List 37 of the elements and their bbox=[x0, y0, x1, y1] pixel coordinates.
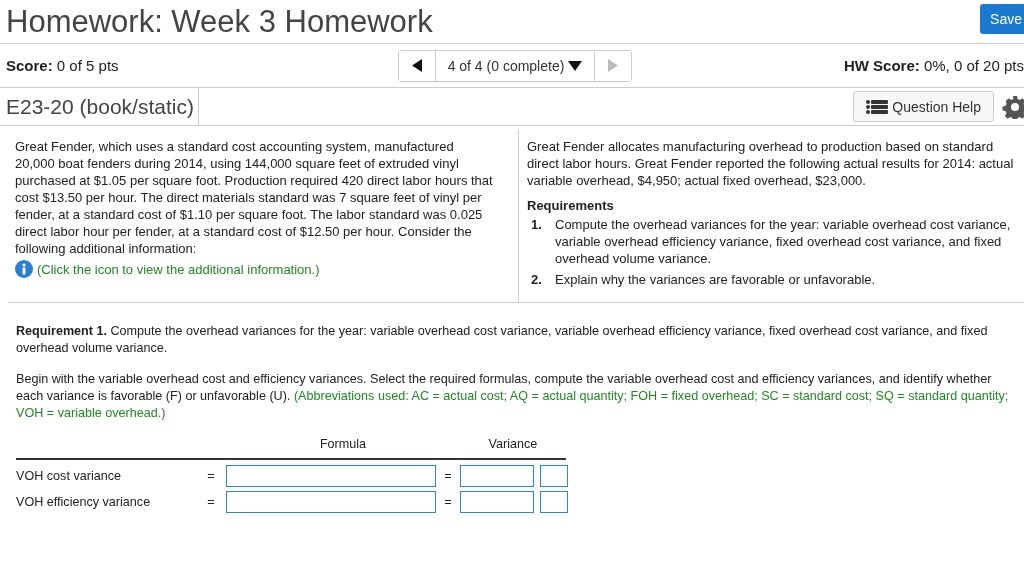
requirement-number: 2. bbox=[531, 271, 543, 288]
formula-input[interactable] bbox=[226, 491, 436, 513]
requirement-text: Explain why the variances are favorable or unfavorable. bbox=[555, 271, 876, 288]
left-triangle-icon bbox=[411, 59, 422, 72]
score-text: Score: 0 of 5 pts bbox=[6, 57, 120, 74]
save-button[interactable]: Save bbox=[980, 3, 1024, 34]
page-title: Homework: Week 3 Homework bbox=[6, 3, 433, 40]
problem-text: Great Fender, which uses a standard cost accounting system, manufactured 20,000 boat fenders during 2014, using 144,000 square feet of extruded vinyl purchased at $1.05 per square foot. Production required 420 direct labor hours that cost $13.50 per hour. The direct materials standard was 7 square feet of vinyl per fender, at a standard cost of $1.10 per square foot. The labor standard was 0.025 direct labor hour per fender, at a standard cost of $12.50 per hour. Consider the following additional information: bbox=[15, 138, 494, 257]
favorability-input[interactable] bbox=[540, 491, 568, 513]
equals-sign: = bbox=[443, 467, 453, 485]
equals-sign: = bbox=[206, 493, 216, 511]
requirement-text: Compute the overhead variances for the year: variable overhead cost variance, variable overhead efficiency variance, fixed overhead cost variance, and fixed overhead volume variance. bbox=[555, 216, 1012, 267]
column-header: Variance bbox=[487, 436, 539, 453]
info-link[interactable]: (Click the icon to view the additional information.) bbox=[15, 260, 494, 278]
settings-icon[interactable] bbox=[1002, 94, 1024, 119]
hw-score-text: HW Score: 0%, 0 of 20 pts bbox=[843, 57, 1024, 74]
question-selector[interactable]: 4 of 4 (0 complete) bbox=[434, 50, 596, 81]
equals-sign: = bbox=[443, 493, 453, 511]
favorability-input[interactable] bbox=[540, 465, 568, 487]
list-icon bbox=[866, 99, 889, 114]
right-triangle-icon bbox=[608, 59, 619, 72]
question-help-button[interactable]: Question Help bbox=[853, 91, 994, 122]
variance-input[interactable] bbox=[460, 491, 534, 513]
row-label: VOH efficiency variance bbox=[16, 493, 152, 511]
question-id: E23-20 (book/static) bbox=[0, 88, 199, 125]
variance-input[interactable] bbox=[460, 465, 534, 487]
requirement-number: 1. bbox=[531, 216, 543, 234]
column-header: Formula bbox=[318, 436, 368, 453]
equals-sign: = bbox=[206, 467, 216, 485]
problem-text: Great Fender allocates manufacturing overhead to production based on standard direct labor hours. Great Fender reported the following actual results for 2014: actual variable overhead, $4,950; actual fixed overhead, $23,000. bbox=[527, 138, 1015, 189]
requirements-heading: Requirements bbox=[527, 197, 615, 214]
requirement-text: Requirement 1. Compute the overhead variances for the year: variable overhead cost variance, variable overhead efficiency variance, fixed overhead cost variance, and fixed overhead volume variance. bbox=[16, 323, 989, 357]
caret-icon bbox=[568, 60, 583, 71]
row-label: VOH cost variance bbox=[16, 467, 122, 485]
info-icon bbox=[15, 260, 33, 278]
instructions-text: Begin with the variable overhead cost and efficiency variances. Select the required formulas, compute the variable overhead cost and efficiency variances, and identify whether each variance is favorable (F) or unfavorable (U). (Abbreviations used: AC = actual cost; AQ = actual quantity; FOH = fixed overhead; SC = standard cost; SQ = standard quantity; VOH = variable overhead.) bbox=[16, 371, 1010, 422]
formula-input[interactable] bbox=[226, 465, 436, 487]
